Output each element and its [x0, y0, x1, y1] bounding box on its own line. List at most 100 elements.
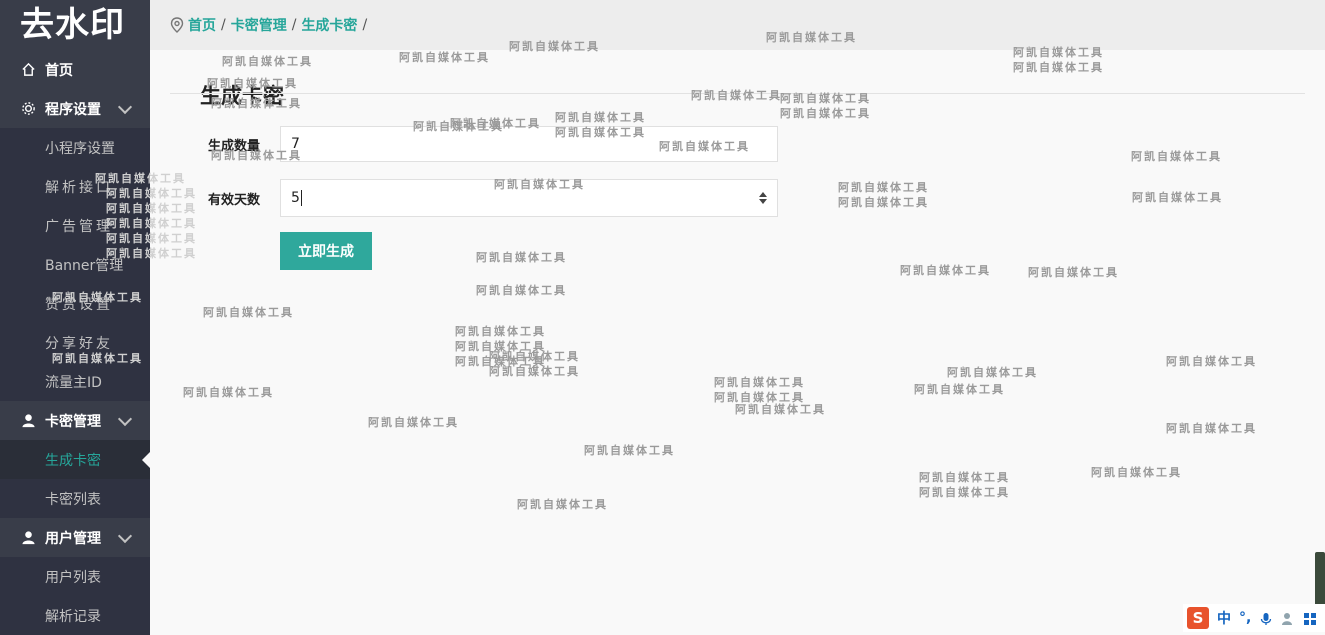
watermark: 阿凯自媒体工具 — [517, 498, 608, 511]
app-logo: 去水印 — [0, 0, 150, 50]
quantity-label: 生成数量 — [208, 138, 261, 154]
sidebar-item-card-list[interactable]: 卡密列表 — [0, 479, 150, 518]
sidebar-item-parse-api[interactable]: 解析接口 — [0, 167, 150, 206]
page-title: 生成卡密 — [200, 84, 284, 108]
watermark: 阿凯自媒体工具 — [399, 51, 490, 64]
watermark: 阿凯自媒体工具 — [714, 391, 805, 404]
grid-menu-icon[interactable] — [1303, 611, 1317, 625]
sidebar-item-label: 分享好友 — [45, 335, 113, 352]
microphone-icon[interactable] — [1259, 611, 1273, 625]
sidebar-item-label: 生成卡密 — [45, 452, 101, 469]
user-icon — [20, 413, 36, 429]
chevron-down-icon — [117, 411, 133, 427]
sidebar-item-label: 解析接口 — [45, 179, 113, 196]
sidebar-item-label: 小程序设置 — [45, 140, 115, 157]
active-indicator — [142, 452, 150, 468]
text-cursor — [300, 190, 302, 206]
watermark: 阿凯自媒体工具 — [1091, 466, 1182, 479]
watermark: 阿凯自媒体工具 — [735, 403, 826, 416]
sidebar-item-home[interactable]: 首页 — [0, 50, 150, 89]
ime-punctuation-toggle[interactable]: °, — [1239, 610, 1251, 626]
sidebar-item-parse-log[interactable]: 解析记录 — [0, 596, 150, 635]
watermark: 阿凯自媒体工具 — [914, 383, 1005, 396]
generate-button[interactable]: 立即生成 — [280, 232, 372, 270]
sidebar-item-label: 广告管理 — [45, 218, 113, 235]
watermark: 阿凯自媒体工具 — [1132, 191, 1223, 204]
number-stepper[interactable] — [759, 192, 767, 204]
sidebar-item-banner[interactable]: Banner管理 — [0, 245, 150, 284]
ime-language-toggle[interactable]: 中 — [1217, 608, 1231, 628]
sidebar-item-share[interactable]: 分享好友 — [0, 323, 150, 362]
watermark: 阿凯自媒体工具 — [714, 376, 805, 389]
watermark: 阿凯自媒体工具 — [203, 306, 294, 319]
watermark: 阿凯自媒体工具 — [222, 55, 313, 68]
sidebar-item-label: 卡密管理 — [45, 413, 101, 430]
sidebar-item-miniprogram-settings[interactable]: 小程序设置 — [0, 128, 150, 167]
sidebar-item-label: Banner管理 — [45, 257, 124, 274]
sidebar-item-label: 程序设置 — [45, 101, 101, 118]
breadcrumb-card-management[interactable]: 卡密管理 — [231, 15, 287, 35]
watermark: 阿凯自媒体工具 — [476, 284, 567, 297]
sidebar-item-label: 首页 — [45, 62, 73, 79]
watermark: 阿凯自媒体工具 — [555, 111, 646, 124]
user-settings-icon[interactable] — [1281, 611, 1295, 625]
quantity-row: 生成数量 7 — [208, 126, 778, 162]
watermark: 阿凯自媒体工具 — [368, 416, 459, 429]
breadcrumb-separator: / — [362, 17, 368, 33]
sidebar-item-user-list[interactable]: 用户列表 — [0, 557, 150, 596]
chevron-down-icon — [117, 99, 133, 115]
sidebar-item-ads[interactable]: 广告管理 — [0, 206, 150, 245]
sidebar-item-label: 流量主ID — [45, 374, 102, 391]
stepper-down-icon[interactable] — [759, 199, 767, 204]
sidebar: 去水印 首页 程序设置 小程序设置 解析接口 广告管理 Banner管理 赞赏设… — [0, 0, 195, 635]
sogou-logo-icon[interactable]: S — [1187, 607, 1209, 629]
watermark: 阿凯自媒体工具 — [489, 350, 580, 363]
quantity-input[interactable]: 7 — [280, 126, 778, 162]
days-label: 有效天数 — [208, 192, 261, 208]
breadcrumb: 首页 / 卡密管理 / 生成卡密 / — [170, 15, 372, 35]
breadcrumb-current[interactable]: 生成卡密 — [301, 15, 357, 35]
breadcrumb-separator: / — [221, 17, 226, 33]
ime-toolbar[interactable]: S 中 °, — [1183, 604, 1325, 632]
sidebar-item-user-management[interactable]: 用户管理 — [0, 518, 150, 557]
sidebar-item-reward[interactable]: 赞赏设置 — [0, 284, 150, 323]
days-input[interactable]: 5 — [280, 179, 778, 217]
watermark: 阿凯自媒体工具 — [584, 444, 675, 457]
title-divider — [170, 93, 1305, 94]
location-pin-icon — [170, 17, 184, 33]
sidebar-item-generate-card[interactable]: 生成卡密 — [0, 440, 150, 479]
sidebar-item-label: 卡密列表 — [45, 491, 101, 508]
sidebar-item-label: 解析记录 — [45, 608, 101, 625]
gear-icon — [20, 101, 36, 117]
sidebar-item-label: 用户管理 — [45, 530, 101, 547]
top-bar: 首页 / 卡密管理 / 生成卡密 / — [150, 0, 1325, 50]
sidebar-item-program-settings[interactable]: 程序设置 — [0, 89, 150, 128]
sidebar-item-label: 用户列表 — [45, 569, 101, 586]
sidebar-item-label: 赞赏设置 — [45, 296, 113, 313]
side-scroll-widget[interactable] — [1315, 552, 1325, 610]
quantity-value: 7 — [291, 136, 300, 152]
sidebar-item-card-management[interactable]: 卡密管理 — [0, 401, 150, 440]
watermark: 阿凯自媒体工具 — [838, 181, 929, 194]
watermark: 阿凯自媒体工具 — [1028, 266, 1119, 279]
watermark: 阿凯自媒体工具 — [947, 366, 1038, 379]
watermark: 阿凯自媒体工具 — [476, 251, 567, 264]
chevron-down-icon — [117, 528, 133, 544]
sidebar-item-traffic-id[interactable]: 流量主ID — [0, 362, 150, 401]
watermark: 阿凯自媒体工具 — [691, 89, 782, 102]
watermark: 阿凯自媒体工具 — [1013, 61, 1104, 74]
watermark: 阿凯自媒体工具 — [919, 471, 1010, 484]
watermark: 阿凯自媒体工具 — [1131, 150, 1222, 163]
days-value: 5 — [291, 190, 300, 206]
watermark: 阿凯自媒体工具 — [780, 107, 871, 120]
stepper-up-icon[interactable] — [759, 192, 767, 197]
watermark: 阿凯自媒体工具 — [455, 355, 546, 368]
watermark: 阿凯自媒体工具 — [489, 365, 580, 378]
watermark: 阿凯自媒体工具 — [183, 386, 274, 399]
watermark: 阿凯自媒体工具 — [919, 486, 1010, 499]
breadcrumb-separator: / — [291, 17, 297, 33]
watermark: 阿凯自媒体工具 — [1166, 355, 1257, 368]
breadcrumb-home[interactable]: 首页 — [188, 15, 216, 35]
watermark: 阿凯自媒体工具 — [900, 264, 991, 277]
days-row: 有效天数 5 — [208, 179, 778, 217]
